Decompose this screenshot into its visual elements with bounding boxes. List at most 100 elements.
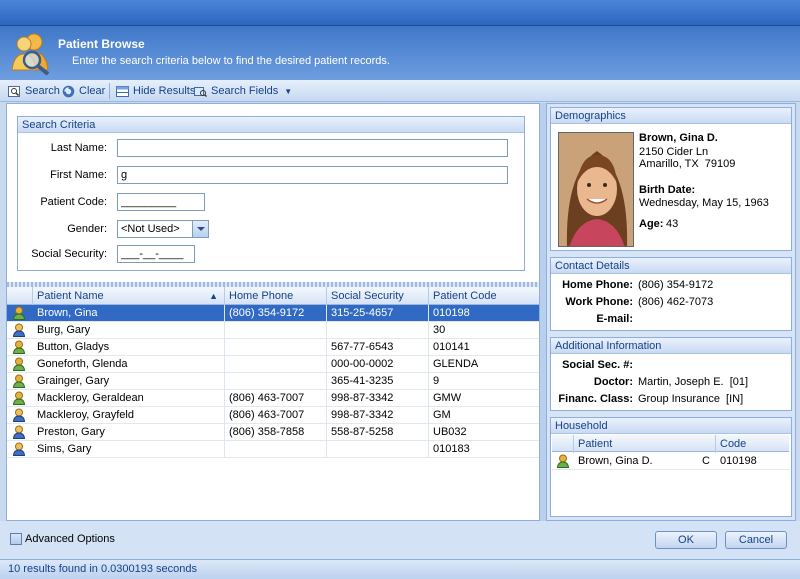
- table-row[interactable]: Brown, Gina (806) 354-9172 315-25-4657 0…: [7, 305, 539, 322]
- cell-home-phone: [225, 339, 327, 355]
- doctor-value: Martin, Joseph E. [01]: [638, 376, 749, 388]
- search-criteria-group: Search Criteria Last Name: First Name: P…: [17, 116, 525, 271]
- patient-male-icon: [12, 442, 26, 456]
- column-label: Patient Name: [37, 290, 104, 302]
- dialog-footer: Advanced Options OK Cancel: [0, 521, 800, 559]
- patient-full-name: Brown, Gina D.: [639, 132, 718, 144]
- patient-address-line1: 2150 Cider Ln: [639, 146, 709, 158]
- column-header-patient-name[interactable]: Patient Name ▲: [33, 287, 225, 305]
- patient-code-label: Patient Code:: [40, 196, 107, 208]
- column-label: Code: [720, 438, 747, 450]
- cell-patient-name: Mackleroy, Geraldean: [33, 390, 225, 406]
- cell-patient-code: 010183: [433, 443, 470, 455]
- table-row[interactable]: Preston, Gary (806) 358-7858 558-87-5258…: [7, 424, 539, 441]
- grid-body: Brown, Gina (806) 354-9172 315-25-4657 0…: [7, 305, 539, 458]
- cell-patient: Brown, Gina D.: [578, 455, 653, 467]
- cell-patient-code: GM: [433, 409, 451, 421]
- icon-column-header: [7, 287, 33, 305]
- cell-social-security: 000-00-0002: [327, 356, 429, 372]
- patient-male-icon: [12, 323, 26, 337]
- cell-patient-name: Button, Gladys: [33, 339, 225, 355]
- patient-address-line2: Amarillo, TX 79109: [639, 158, 736, 170]
- cell-social-security: 365-41-3235: [327, 373, 429, 389]
- results-grid: Patient Name ▲ Home Phone Social Securit…: [7, 287, 539, 458]
- cell-home-phone: (806) 463-7007: [225, 407, 327, 423]
- social-sec-label: Social Sec. #:: [562, 359, 633, 371]
- work-phone-value: (806) 462-7073: [638, 296, 714, 308]
- social-security-field[interactable]: [117, 245, 195, 263]
- column-header-social-security[interactable]: Social Security: [327, 287, 429, 305]
- social-security-label: Social Security:: [31, 248, 107, 260]
- cell-patient-code: 010198: [433, 307, 470, 319]
- birth-date-value: Wednesday, May 15, 1963: [639, 197, 769, 209]
- home-phone-value: (806) 354-9172: [638, 279, 714, 291]
- column-label: Social Security: [331, 290, 404, 302]
- cell-social-security: [327, 322, 429, 338]
- cancel-button[interactable]: Cancel: [725, 531, 787, 549]
- financial-class-value: Group Insurance [IN]: [638, 393, 744, 405]
- refresh-icon: [62, 85, 75, 97]
- cell-social-security: 998-87-3342: [327, 390, 429, 406]
- cell-patient-name: Goneforth, Glenda: [33, 356, 225, 372]
- cell-code: 010198: [720, 455, 757, 467]
- search-criteria-header: Search Criteria: [18, 117, 524, 133]
- birth-date-label: Birth Date:: [639, 184, 696, 196]
- window-titlebar: [0, 0, 800, 26]
- table-row[interactable]: Grainger, Gary 365-41-3235 9: [7, 373, 539, 390]
- household-header: Household: [551, 418, 791, 434]
- column-header-patient-code[interactable]: Patient Code: [429, 287, 539, 305]
- cell-home-phone: (806) 463-7007: [225, 390, 327, 406]
- demographics-header: Demographics: [551, 108, 791, 124]
- search-button[interactable]: Search: [8, 83, 60, 99]
- gender-select[interactable]: <Not Used>: [117, 220, 209, 238]
- cell-patient-code: 010141: [433, 341, 470, 353]
- patient-female-icon: [12, 391, 26, 405]
- clear-label: Clear: [79, 85, 106, 97]
- table-row[interactable]: Mackleroy, Grayfeld (806) 463-7007 998-8…: [7, 407, 539, 424]
- advanced-options-checkbox[interactable]: [10, 533, 22, 545]
- cell-patient-name: Sims, Gary: [33, 441, 225, 457]
- ok-button[interactable]: OK: [655, 531, 717, 549]
- column-label: Patient: [578, 438, 613, 450]
- patient-male-icon: [12, 408, 26, 422]
- cell-patient-code: UB032: [433, 426, 467, 438]
- demographics-group: Demographics Brown, Gina D. 2150 Cider L…: [550, 107, 792, 251]
- patient-male-icon: [12, 425, 26, 439]
- column-header-home-phone[interactable]: Home Phone: [225, 287, 327, 305]
- cell-home-phone: [225, 356, 327, 372]
- column-header-code[interactable]: Code: [716, 435, 789, 453]
- cell-social-security: 567-77-6543: [327, 339, 429, 355]
- column-label: Home Phone: [229, 290, 294, 302]
- first-name-field[interactable]: [117, 166, 508, 184]
- gender-value: <Not Used>: [121, 223, 180, 235]
- panel-icon: [116, 85, 129, 97]
- dialog-header: Patient Browse Enter the search criteria…: [0, 26, 800, 80]
- age-label: Age:: [639, 218, 664, 230]
- cell-home-phone: (806) 358-7858: [225, 424, 327, 440]
- patient-search-icon: [11, 33, 50, 76]
- hide-results-button[interactable]: Hide Results: [116, 83, 195, 99]
- household-group: Household Patient Code Brown, Gina D. C …: [550, 417, 792, 517]
- cell-social-security: 558-87-5258: [327, 424, 429, 440]
- chevron-down-icon[interactable]: [192, 221, 208, 237]
- cell-home-phone: [225, 322, 327, 338]
- column-label: Patient Code: [433, 290, 497, 302]
- table-row[interactable]: Sims, Gary 010183: [7, 441, 539, 458]
- fields-icon: [194, 86, 207, 97]
- table-row[interactable]: Burg, Gary 30: [7, 322, 539, 339]
- column-header-patient[interactable]: Patient: [574, 435, 716, 453]
- table-row[interactable]: Mackleroy, Geraldean (806) 463-7007 998-…: [7, 390, 539, 407]
- last-name-field[interactable]: [117, 139, 508, 157]
- patient-code-field[interactable]: [117, 193, 205, 211]
- patient-female-icon: [12, 306, 26, 320]
- clear-button[interactable]: Clear: [62, 83, 105, 99]
- hide-results-label: Hide Results: [133, 85, 196, 97]
- cell-patient-code: GLENDA: [433, 358, 479, 370]
- advanced-options-label[interactable]: Advanced Options: [25, 533, 115, 545]
- table-row[interactable]: Goneforth, Glenda 000-00-0002 GLENDA: [7, 356, 539, 373]
- table-row[interactable]: Button, Gladys 567-77-6543 010141: [7, 339, 539, 356]
- cell-patient-name: Burg, Gary: [33, 322, 225, 338]
- household-row[interactable]: Brown, Gina D. C 010198: [552, 453, 789, 470]
- search-fields-dropdown[interactable]: Search Fields ▼: [194, 83, 292, 99]
- search-panel: Search Criteria Last Name: First Name: P…: [6, 103, 540, 521]
